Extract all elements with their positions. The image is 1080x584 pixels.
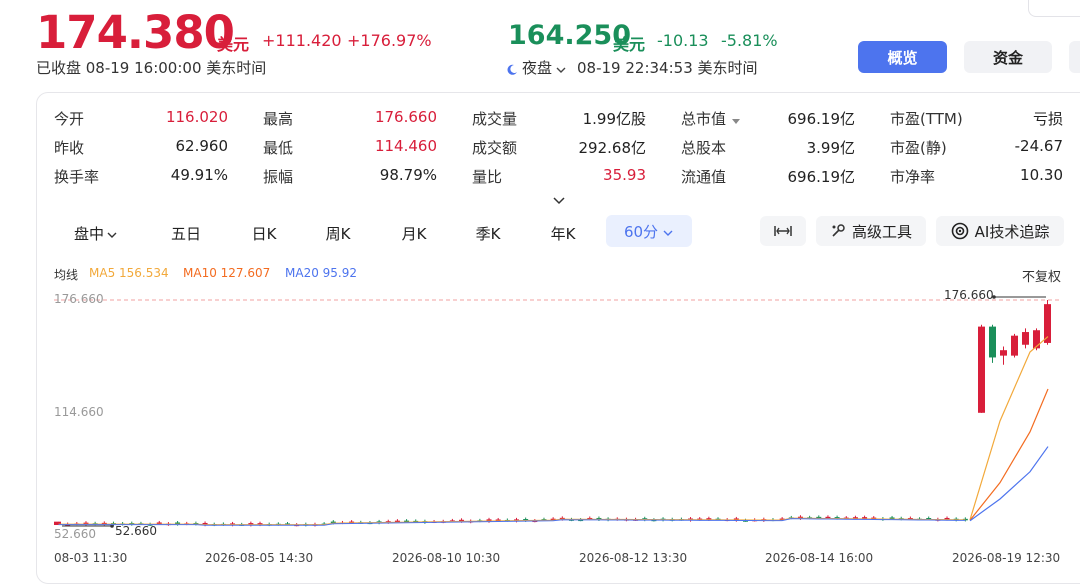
caret-down-icon[interactable] [731,111,741,130]
x-label-0: 08-03 11:30 [54,551,128,565]
stat-label: 总市值 [681,110,727,128]
stat-value: 176.660 [374,108,437,126]
ma20-line-flat [58,518,966,526]
stat-label: 流通值 [681,168,727,186]
ruler-icon [774,224,792,238]
expand-chevron-icon[interactable] [552,192,566,205]
market-status: 已收盘 08-19 16:00:00 美东时间 [36,59,267,77]
session-label: 夜盘 [522,59,553,77]
price-change-pct: +176.97% [347,31,432,50]
after-hours-unit: 美元 [613,35,646,54]
stat-label: 市净率 [890,168,936,186]
draw-tool-icon [830,223,846,239]
price-change: +111.420 [262,31,342,50]
tab-5day[interactable]: 五日 [160,218,212,248]
chevron-down-icon [106,227,118,239]
x-label-4: 2026-08-14 16:00 [765,551,874,565]
stat-label: 振幅 [263,168,294,186]
chevron-down-icon [555,62,567,74]
tab-monthly[interactable]: 月K [388,218,440,248]
stat-value: 35.93 [603,166,646,184]
last-price: 174.380 [36,6,235,59]
stat-value: 3.99亿 [806,139,855,157]
stat-value: -24.67 [1014,137,1063,155]
top-right-widget [1028,0,1080,17]
ai-tracking-button[interactable]: AI技术追踪 [936,216,1064,246]
more-button[interactable] [1069,41,1080,73]
stat-label: 成交量 [472,110,518,128]
ma20-legend: MA20 95.92 [285,266,357,280]
ai-tracking-label: AI技术追踪 [974,222,1050,241]
session-selector[interactable]: 夜盘 [522,57,567,78]
tab-60min[interactable]: 60分 [606,215,692,247]
stat-value: 292.68亿 [578,139,647,157]
y-label-low: 52.660 [54,527,96,541]
stat-label: 市盈(静) [890,139,947,157]
funds-button[interactable]: 资金 [964,41,1052,73]
stat-label: 昨收 [54,139,85,157]
stat-value: 1.99亿股 [582,110,646,128]
stat-label: 成交额 [472,139,518,157]
tab-weekly[interactable]: 周K [312,218,364,248]
stat-value: 114.460 [374,137,437,155]
y-label-high: 176.660 [54,292,104,306]
x-label-1: 2026-08-05 14:30 [205,551,314,565]
x-label-5: 2026-08-19 12:30 [952,551,1061,565]
tab-daily[interactable]: 日K [238,218,290,248]
stat-value: 116.020 [165,108,228,126]
after-hours-session-row: 夜盘 08-19 22:34:53 美东时间 [506,57,758,78]
stat-value: 98.79% [379,166,437,184]
y-label-mid: 114.660 [54,405,104,419]
stat-value: 亏损 [1032,110,1063,128]
after-hours-time: 08-19 22:34:53 美东时间 [577,59,758,77]
candle-body [1022,332,1029,345]
candle-body [1000,350,1007,356]
candlestick-chart[interactable] [0,280,1080,548]
measure-button[interactable] [760,216,806,246]
tab-quarterly[interactable]: 季K [462,218,514,248]
tab-label: 盘中 [73,224,104,243]
tab-yearly[interactable]: 年K [537,218,589,248]
advanced-tools-label: 高级工具 [851,222,912,241]
stat-value: 62.960 [175,137,229,155]
candle-body [989,326,996,358]
stat-label: 换手率 [54,168,100,186]
ma5-legend: MA5 156.534 [89,266,169,280]
stat-label: 市盈(TTM) [890,110,963,128]
stat-label: 最高 [263,110,294,128]
x-label-2: 2026-08-10 10:30 [392,551,501,565]
ma10-legend: MA10 127.607 [183,266,271,280]
ai-target-icon [951,222,969,240]
stat-label: 今开 [54,110,85,128]
tab-label: 60分 [623,222,659,241]
chevron-down-icon [662,225,674,237]
after-hours-change: -10.13 [657,31,709,50]
stat-label: 量比 [472,168,503,186]
overview-button[interactable]: 概览 [858,41,947,73]
advanced-tools-button[interactable]: 高级工具 [816,216,926,246]
price-unit: 美元 [217,35,250,54]
stat-value: 10.30 [1020,166,1063,184]
stat-value: 696.19亿 [787,110,856,128]
tab-intraday[interactable]: 盘中 [66,218,126,248]
low-marker-label: 52.660 [115,524,157,538]
candle-body [1011,335,1018,356]
stat-label: 最低 [263,139,294,157]
high-marker-label: 176.660 [944,288,994,302]
stat-value: 49.91% [170,166,228,184]
moon-icon [506,62,518,75]
after-hours-change-pct: -5.81% [721,31,778,50]
ma20-line [969,446,1049,522]
stat-label: 总股本 [681,139,727,157]
x-label-3: 2026-08-12 13:30 [579,551,688,565]
candle-body [978,326,985,413]
stat-value: 696.19亿 [787,168,856,186]
